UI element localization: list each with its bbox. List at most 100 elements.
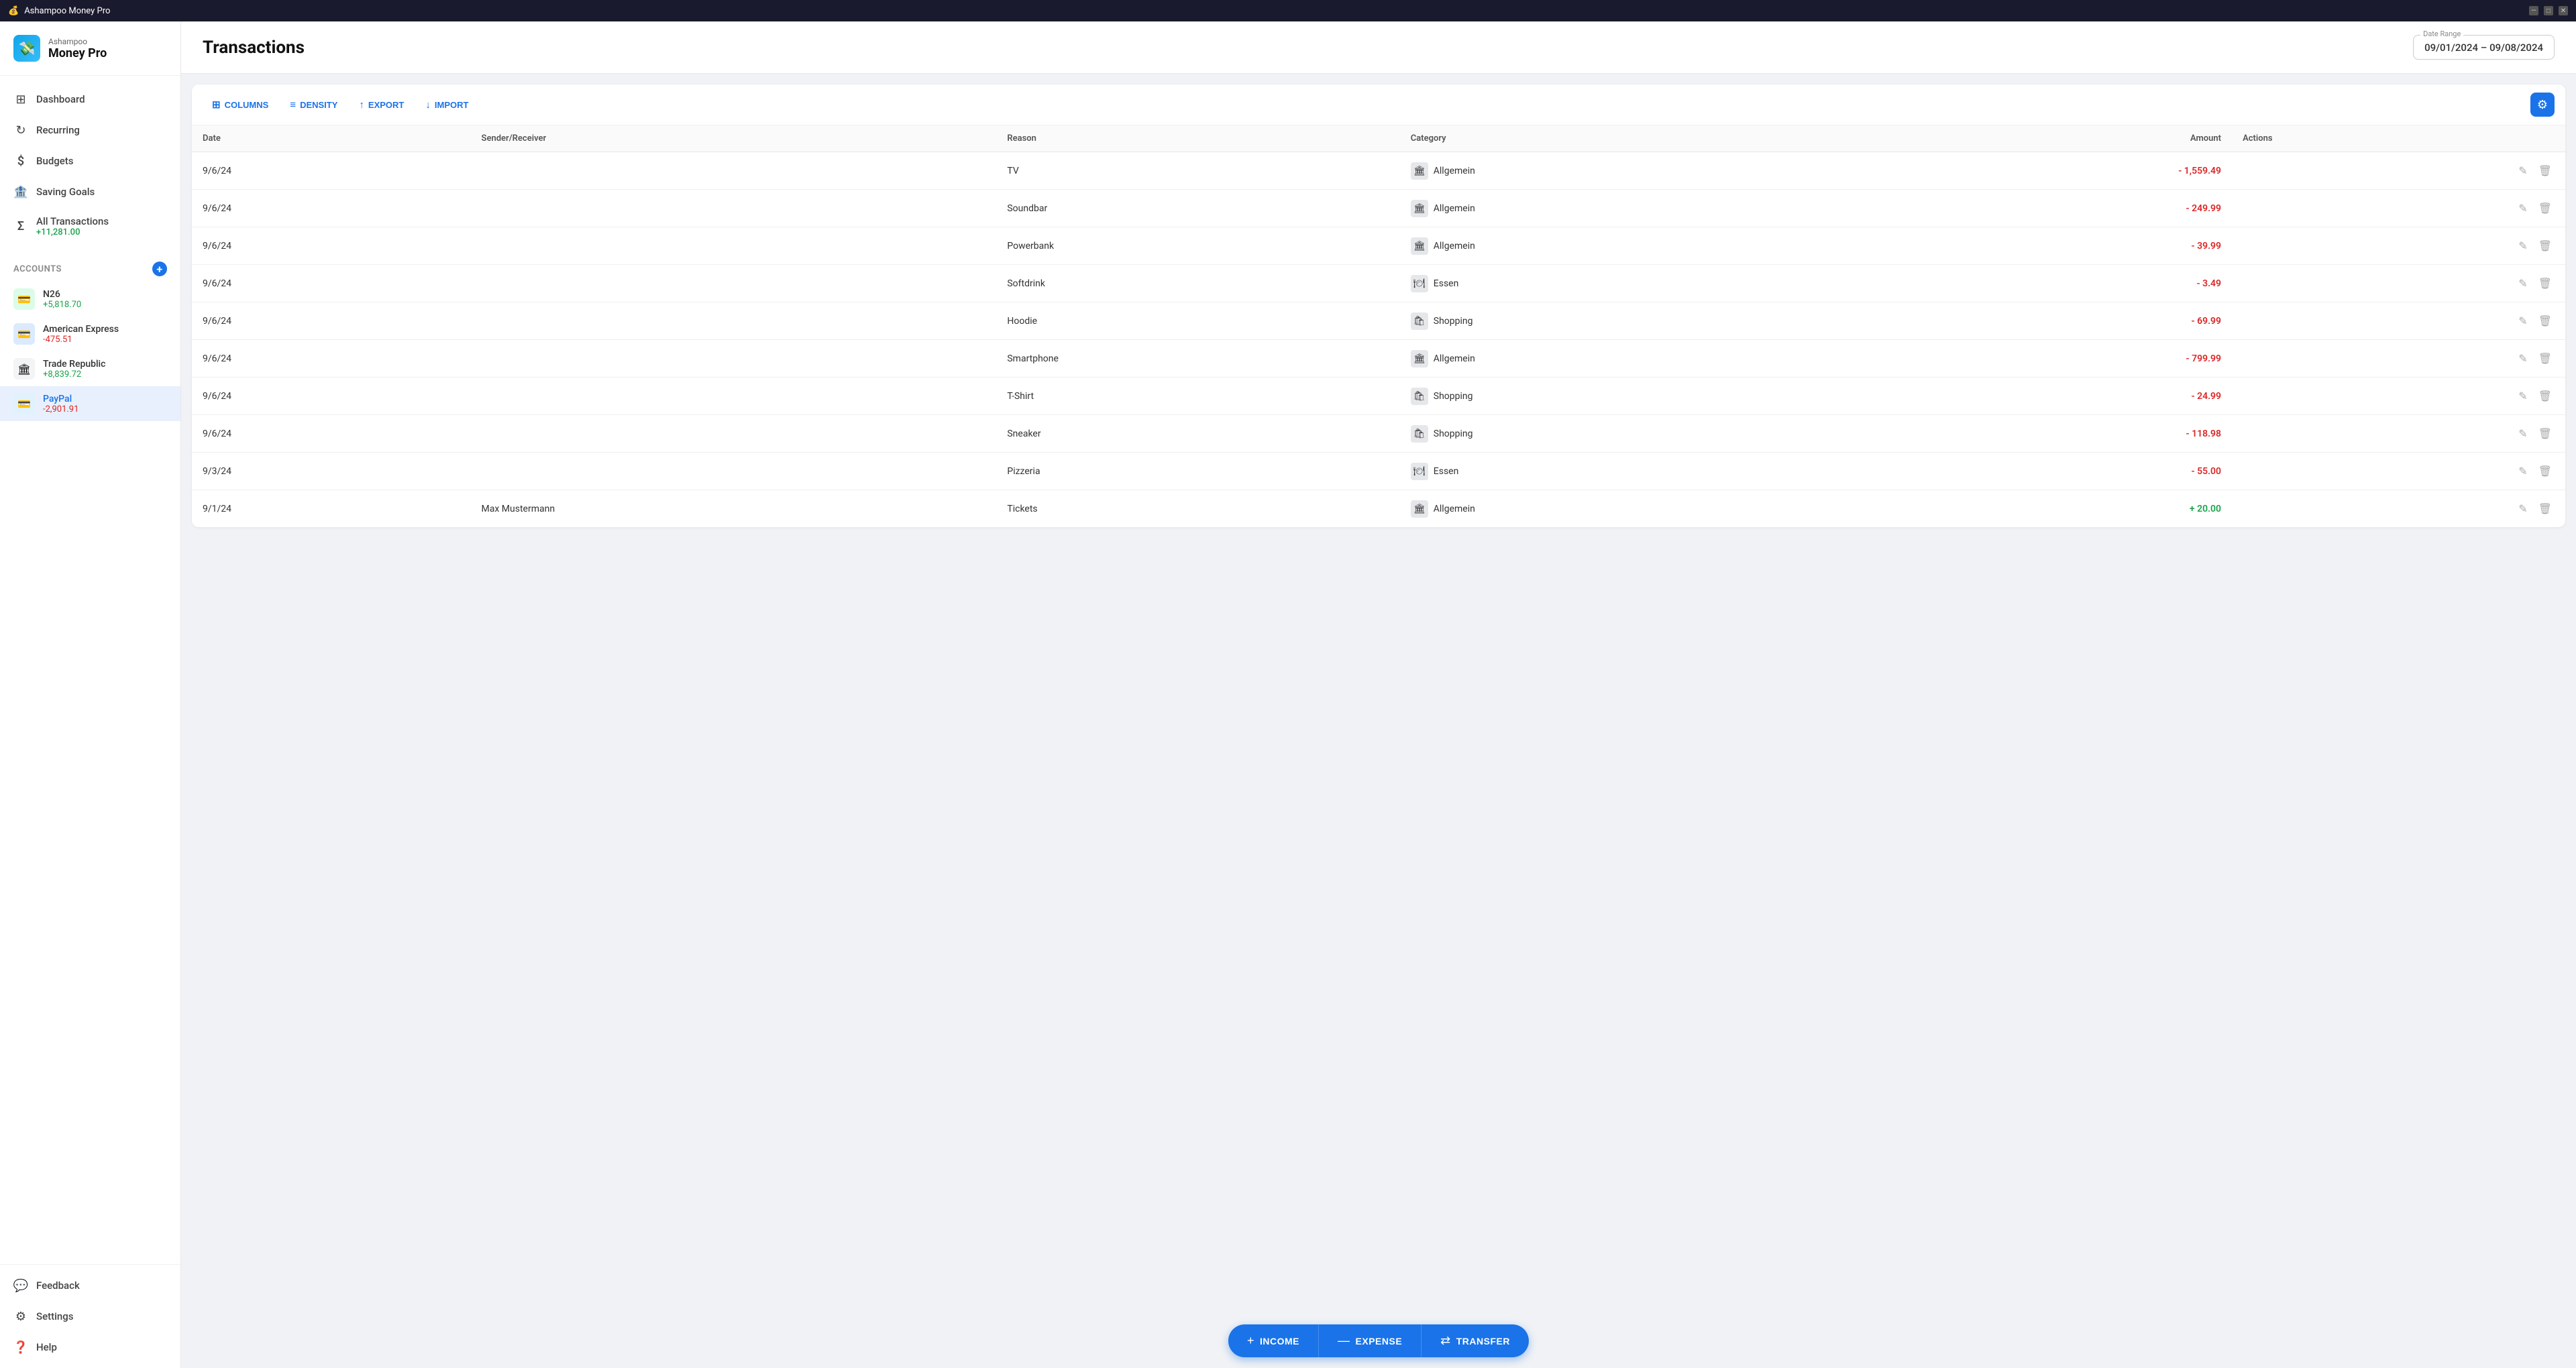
cell-reason: Soundbar [996, 190, 1399, 227]
income-button[interactable]: + INCOME [1228, 1324, 1318, 1357]
sidebar-item-feedback[interactable]: 💬 Feedback [0, 1270, 180, 1301]
table-row: 9/3/24 Pizzeria 🍽 Essen - 55.00 ✎ 🗑 [192, 453, 2565, 490]
cell-date: 9/6/24 [192, 265, 471, 302]
category-icon: 🛍 [1411, 312, 1428, 330]
sidebar-label-saving-goals: Saving Goals [36, 186, 95, 198]
cell-date: 9/6/24 [192, 415, 471, 453]
app-logo: 💸 [13, 35, 40, 62]
account-item-amex[interactable]: 💳 American Express -475.51 [0, 317, 180, 351]
cell-sender [471, 227, 997, 265]
maximize-button[interactable]: □ [2544, 6, 2553, 15]
export-button[interactable]: ↑ EXPORT [350, 95, 413, 115]
cell-reason: Pizzeria [996, 453, 1399, 490]
trade-republic-info: Trade Republic +8,839.72 [43, 359, 105, 380]
amex-info: American Express -475.51 [43, 324, 119, 345]
paypal-balance: -2,901.91 [43, 404, 78, 414]
th-actions: Actions [2232, 125, 2565, 152]
delete-button[interactable]: 🗑 [2536, 500, 2555, 518]
delete-button[interactable]: 🗑 [2536, 237, 2555, 255]
expense-icon: — [1338, 1334, 1350, 1348]
category-name: Shopping [1434, 391, 1473, 402]
th-category: Category [1400, 125, 1876, 152]
table-row: 9/6/24 TV 🏛 Allgemein - 1,559.49 ✎ 🗑 [192, 152, 2565, 190]
paypal-name: PayPal [43, 394, 78, 404]
delete-button[interactable]: 🗑 [2536, 424, 2555, 443]
main-content: Transactions Date Range 09/01/2024 – 09/… [181, 21, 2576, 1368]
sidebar-item-dashboard[interactable]: ⊞ Dashboard [0, 84, 180, 115]
delete-button[interactable]: 🗑 [2536, 462, 2555, 480]
cell-sender [471, 453, 997, 490]
import-button[interactable]: ↓ IMPORT [416, 95, 478, 115]
toolbar: ⊞ COLUMNS ≡ DENSITY ↑ EXPORT ↓ IMPORT [192, 84, 2565, 125]
cell-sender [471, 340, 997, 378]
edit-button[interactable]: ✎ [2516, 162, 2530, 180]
export-label: EXPORT [368, 100, 404, 110]
category-name: Essen [1434, 278, 1459, 289]
export-icon: ↑ [359, 99, 364, 111]
delete-button[interactable]: 🗑 [2536, 349, 2555, 367]
trade-republic-icon: 🏛 [13, 358, 35, 380]
add-account-button[interactable]: + [152, 262, 167, 276]
cell-category: 🛍 Shopping [1400, 378, 1876, 415]
n26-info: N26 +5,818.70 [43, 289, 81, 310]
columns-label: COLUMNS [225, 100, 269, 110]
table-header-row: Date Sender/Receiver Reason Category Amo… [192, 125, 2565, 152]
table-row: 9/1/24 Max Mustermann Tickets 🏛 Allgemei… [192, 490, 2565, 528]
account-item-paypal[interactable]: 💳 PayPal -2,901.91 [0, 386, 180, 421]
columns-button[interactable]: ⊞ COLUMNS [203, 94, 278, 115]
edit-button[interactable]: ✎ [2516, 237, 2530, 255]
sidebar-item-budgets[interactable]: $ Budgets [0, 146, 180, 176]
close-button[interactable]: ✕ [2559, 6, 2568, 15]
account-item-trade-republic[interactable]: 🏛 Trade Republic +8,839.72 [0, 351, 180, 386]
minimize-button[interactable]: — [2529, 6, 2538, 15]
edit-button[interactable]: ✎ [2516, 349, 2530, 367]
edit-button[interactable]: ✎ [2516, 199, 2530, 217]
help-icon: ❓ [13, 1340, 28, 1355]
title-bar-title: 💰 Ashampoo Money Pro [8, 6, 110, 16]
category-name: Shopping [1434, 429, 1473, 439]
expense-label: EXPENSE [1356, 1336, 1403, 1347]
columns-icon: ⊞ [212, 99, 221, 111]
cell-reason: Sneaker [996, 415, 1399, 453]
th-date: Date [192, 125, 471, 152]
density-button[interactable]: ≡ DENSITY [280, 95, 347, 115]
cell-amount: - 799.99 [1876, 340, 2232, 378]
delete-button[interactable]: 🗑 [2536, 312, 2555, 330]
gear-settings-button[interactable]: ⚙ [2530, 93, 2555, 117]
edit-button[interactable]: ✎ [2516, 387, 2530, 405]
sidebar-item-help[interactable]: ❓ Help [0, 1332, 180, 1363]
edit-button[interactable]: ✎ [2516, 462, 2530, 480]
cell-sender [471, 265, 997, 302]
sidebar-item-recurring[interactable]: ↻ Recurring [0, 115, 180, 146]
table-row: 9/6/24 Hoodie 🛍 Shopping - 69.99 ✎ 🗑 [192, 302, 2565, 340]
account-item-n26[interactable]: 💳 N26 +5,818.70 [0, 282, 180, 317]
delete-button[interactable]: 🗑 [2536, 387, 2555, 405]
cell-reason: T-Shirt [996, 378, 1399, 415]
edit-button[interactable]: ✎ [2516, 424, 2530, 443]
edit-button[interactable]: ✎ [2516, 312, 2530, 330]
paypal-info: PayPal -2,901.91 [43, 394, 78, 414]
expense-button[interactable]: — EXPENSE [1318, 1324, 1421, 1357]
cell-actions: ✎ 🗑 [2232, 340, 2565, 378]
all-transactions-icon: Σ [13, 219, 28, 234]
delete-button[interactable]: 🗑 [2536, 162, 2555, 180]
sidebar-item-settings[interactable]: ⚙ Settings [0, 1301, 180, 1332]
delete-button[interactable]: 🗑 [2536, 274, 2555, 292]
trade-republic-balance: +8,839.72 [43, 369, 105, 380]
sidebar-item-saving-goals[interactable]: 🏦 Saving Goals [0, 176, 180, 207]
title-bar-controls: — □ ✕ [2529, 6, 2568, 15]
density-label: DENSITY [300, 100, 337, 110]
edit-button[interactable]: ✎ [2516, 500, 2530, 518]
table-row: 9/6/24 Soundbar 🏛 Allgemein - 249.99 ✎ 🗑 [192, 190, 2565, 227]
sidebar-label-all-transactions: All Transactions [36, 215, 109, 227]
edit-button[interactable]: ✎ [2516, 274, 2530, 292]
recurring-icon: ↻ [13, 123, 28, 137]
page-title: Transactions [203, 38, 305, 58]
date-range-box[interactable]: Date Range 09/01/2024 – 09/08/2024 [2413, 35, 2555, 60]
sidebar-item-all-transactions[interactable]: Σ All Transactions +11,281.00 [0, 207, 180, 245]
cell-amount: - 249.99 [1876, 190, 2232, 227]
cell-category: 🏛 Allgemein [1400, 340, 1876, 378]
table-body: 9/6/24 TV 🏛 Allgemein - 1,559.49 ✎ 🗑 9/6… [192, 152, 2565, 528]
delete-button[interactable]: 🗑 [2536, 199, 2555, 217]
transfer-button[interactable]: ⇄ TRANSFER [1421, 1324, 1529, 1357]
